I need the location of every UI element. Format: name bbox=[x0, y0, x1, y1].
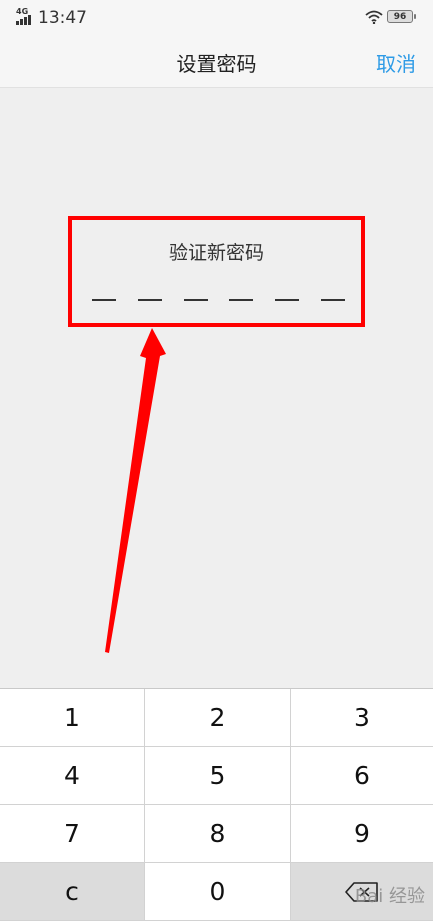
key-6[interactable]: 6 bbox=[291, 747, 433, 805]
key-9[interactable]: 9 bbox=[291, 805, 433, 863]
verify-password-panel: 验证新密码 bbox=[68, 216, 365, 327]
pin-slot bbox=[320, 280, 345, 304]
key-7[interactable]: 7 bbox=[0, 805, 145, 863]
key-4[interactable]: 4 bbox=[0, 747, 145, 805]
cancel-button[interactable]: 取消 bbox=[376, 48, 416, 77]
battery-icon: 96 bbox=[387, 10, 416, 23]
verify-title: 验证新密码 bbox=[168, 242, 264, 264]
key-clear[interactable]: c bbox=[0, 863, 145, 921]
status-bar: 4G 13:47 96 bbox=[0, 0, 433, 36]
pin-input[interactable] bbox=[92, 280, 345, 304]
annotation-arrow bbox=[105, 328, 166, 653]
key-3[interactable]: 3 bbox=[291, 689, 433, 747]
status-time: 13:47 bbox=[38, 8, 87, 28]
pin-slot bbox=[137, 280, 162, 304]
key-0[interactable]: 0 bbox=[145, 863, 291, 921]
nav-bar: 设置密码 取消 bbox=[0, 36, 433, 88]
pin-slot bbox=[229, 280, 254, 304]
battery-level: 96 bbox=[393, 11, 407, 22]
pin-slot bbox=[183, 280, 208, 304]
key-8[interactable]: 8 bbox=[145, 805, 291, 863]
key-1[interactable]: 1 bbox=[0, 689, 145, 747]
key-2[interactable]: 2 bbox=[145, 689, 291, 747]
watermark: Bai 经验 bbox=[354, 886, 425, 907]
pin-slot bbox=[275, 280, 300, 304]
wifi-icon bbox=[365, 10, 383, 24]
page-title: 设置密码 bbox=[176, 52, 257, 76]
key-5[interactable]: 5 bbox=[145, 747, 291, 805]
pin-slot bbox=[92, 280, 116, 304]
signal-icon: 4G bbox=[16, 7, 34, 25]
